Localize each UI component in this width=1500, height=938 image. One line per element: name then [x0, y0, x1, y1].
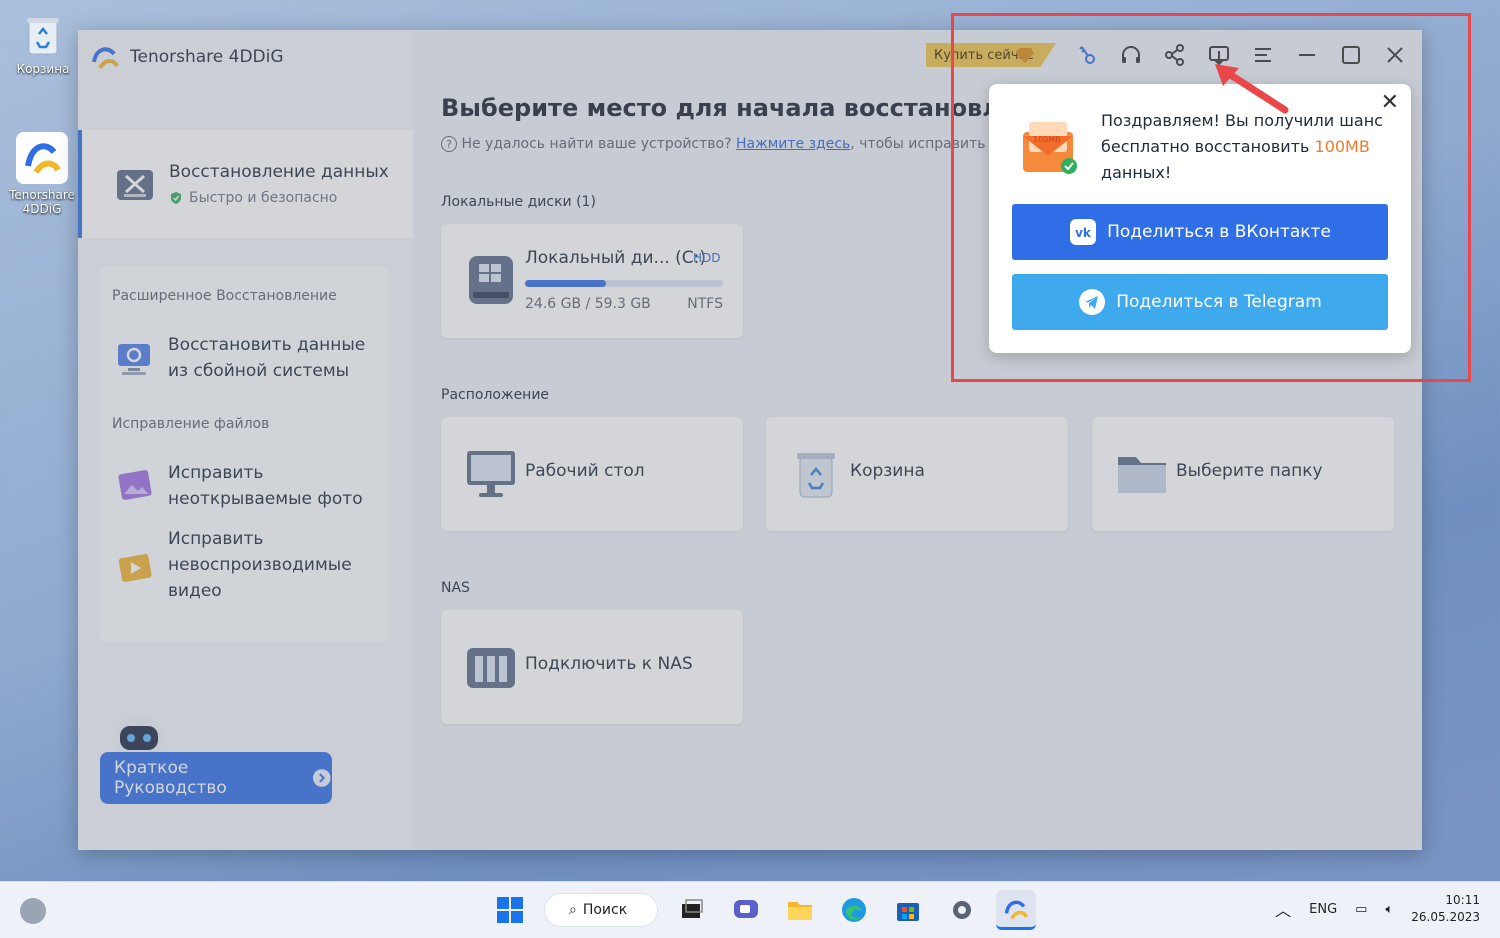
start-button[interactable] [490, 890, 530, 930]
desktop-icon-recycle-bin[interactable]: Корзина [11, 12, 75, 76]
edge-icon [842, 898, 866, 922]
volume-icon[interactable]: 🔈︎ [1385, 902, 1393, 917]
4ddig-app-icon [1004, 900, 1028, 920]
search-icon: ⌕ [569, 902, 577, 918]
explorer-button[interactable] [780, 890, 820, 930]
language-indicator[interactable]: ENG [1309, 902, 1337, 917]
folder-icon [788, 902, 812, 920]
taskbar-search[interactable]: ⌕ Поиск [544, 893, 658, 927]
weather-icon[interactable] [20, 898, 46, 924]
system-tray: ︿ ENG ▭ 🔈︎ 10:11 26.05.2023 [1275, 892, 1480, 926]
settings-button[interactable] [942, 890, 982, 930]
chat-icon [734, 900, 758, 918]
task-view-icon [682, 899, 703, 918]
windows-logo-icon [497, 897, 523, 923]
network-icon[interactable]: ▭ [1355, 902, 1367, 917]
recycle-bin-icon [19, 12, 67, 60]
clock[interactable]: 10:11 26.05.2023 [1411, 892, 1480, 926]
4ddig-app-icon [14, 130, 70, 186]
gear-icon [953, 901, 971, 919]
4ddig-taskbar-button[interactable] [996, 890, 1036, 930]
desktop-icon-label: Tenorshare 4DDiG [9, 188, 75, 216]
store-button[interactable] [888, 890, 928, 930]
task-view-button[interactable] [672, 890, 712, 930]
taskbar: ⌕ Поиск ︿ ENG ▭ 🔈︎ 10:11 26.05.2023 [0, 881, 1500, 938]
edge-button[interactable] [834, 890, 874, 930]
annotation-arrow-icon [1215, 64, 1289, 114]
desktop-icon-label: Корзина [16, 62, 70, 76]
desktop-icon-4ddig[interactable]: Tenorshare 4DDiG [9, 130, 75, 216]
chat-app-button[interactable] [726, 890, 766, 930]
chevron-up-icon[interactable]: ︿ [1275, 897, 1291, 921]
store-icon [897, 903, 919, 921]
taskbar-apps: ⌕ Поиск [490, 890, 1036, 930]
